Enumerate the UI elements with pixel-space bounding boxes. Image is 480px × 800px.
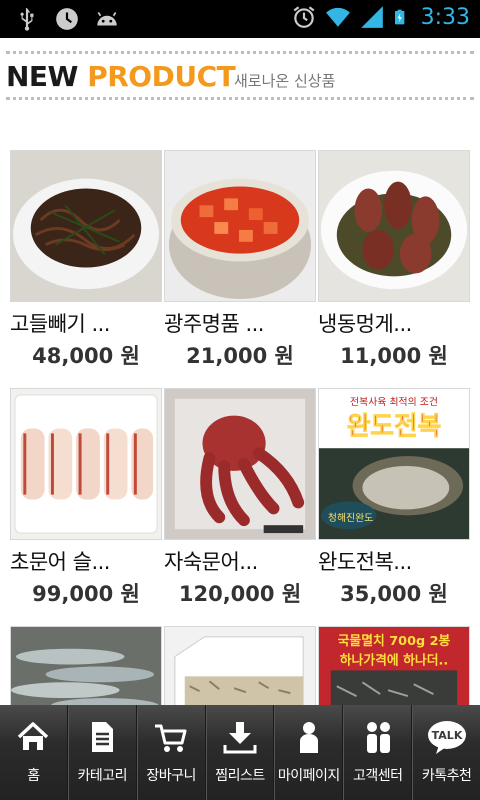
title-product: PRODUCT [87, 60, 236, 93]
product-image[interactable] [318, 150, 470, 302]
abalone-brand: 청해진완도 [328, 511, 373, 524]
product-image[interactable] [10, 388, 162, 540]
signal-icon [360, 6, 383, 28]
document-icon [92, 722, 114, 752]
kakao-icon-text: TALK [431, 729, 462, 742]
product-card[interactable]: 냉동멍게... 11,000 원 [318, 150, 470, 370]
nav-category[interactable]: 카테고리 [67, 705, 137, 800]
abalone-banner-main: 완도전복 [347, 411, 441, 441]
section-subtitle: 새로나온 신상품 [234, 72, 336, 90]
nav-label: 고객센터 [352, 768, 403, 784]
divider [6, 51, 474, 54]
anchovy-banner-1: 국물멸치 700g 2봉 [338, 633, 451, 649]
title-new: NEW [6, 60, 78, 93]
kakaotalk-icon: TALK [427, 721, 466, 754]
nav-cart[interactable]: 장바구니 [136, 705, 206, 800]
wifi-icon [325, 7, 350, 27]
nav-label: 홈 [27, 768, 40, 784]
battery-charging-icon [394, 9, 404, 25]
product-image[interactable]: 전복사육 최적의 조건 완도전복 청해진완도 [318, 388, 470, 540]
alarm-clock-icon [56, 8, 78, 30]
product-price: 99,000 원 [32, 582, 140, 606]
product-name[interactable]: 냉동멍게... [318, 308, 470, 338]
product-card[interactable]: 고들빼기 ... 48,000 원 [10, 150, 162, 370]
section-header: NEW PRODUCT 새로나온 신상품 [0, 38, 480, 100]
product-card[interactable]: 전복사육 최적의 조건 완도전복 청해진완도 완도전복... 35,000 원 [318, 388, 470, 608]
product-image[interactable] [10, 150, 162, 302]
divider [6, 97, 474, 100]
alarm-icon [293, 6, 314, 28]
bottom-nav: 홈 카테고리 장바구니 찜리스트 마이페이지 고객센터 TALK 카톡추천 [0, 705, 480, 800]
nav-label: 찜리스트 [215, 768, 265, 784]
nav-label: 카테고리 [77, 768, 128, 784]
product-name[interactable]: 초문어 슬... [10, 546, 162, 576]
nav-mypage[interactable]: 마이페이지 [274, 705, 344, 800]
status-bar: 3:33 [0, 0, 480, 38]
product-price: 11,000 원 [340, 344, 448, 368]
people-icon [366, 722, 390, 753]
product-card[interactable]: 자숙문어... 120,000 원 [164, 388, 316, 608]
android-icon [97, 12, 117, 26]
product-name[interactable]: 광주명품 ... [164, 308, 316, 338]
product-image[interactable] [164, 388, 316, 540]
nav-label: 장바구니 [146, 768, 196, 784]
product-name[interactable]: 자숙문어... [164, 546, 316, 576]
product-name[interactable]: 고들빼기 ... [10, 308, 162, 338]
product-name[interactable]: 완도전복... [318, 546, 470, 576]
product-price: 120,000 원 [178, 582, 302, 606]
product-card[interactable]: 초문어 슬... 99,000 원 [10, 388, 162, 608]
home-icon [18, 722, 49, 750]
nav-label: 카톡추천 [421, 768, 472, 784]
cart-icon [155, 724, 187, 752]
nav-kakao-share[interactable]: TALK 카톡추천 [412, 705, 480, 800]
nav-wishlist[interactable]: 찜리스트 [205, 705, 275, 800]
product-price: 48,000 원 [32, 344, 140, 368]
abalone-banner-top: 전복사육 최적의 조건 [350, 396, 438, 408]
product-card[interactable]: 광주명품 ... 21,000 원 [164, 150, 316, 370]
nav-label: 마이페이지 [277, 768, 340, 784]
usb-icon [20, 8, 34, 31]
product-price: 21,000 원 [186, 344, 294, 368]
clock: 3:33 [420, 4, 470, 30]
product-price: 35,000 원 [340, 582, 448, 606]
person-icon [299, 722, 318, 753]
nav-home[interactable]: 홈 [0, 705, 68, 800]
section-title: NEW PRODUCT [6, 60, 236, 93]
anchovy-banner-2: 하나가격에 하나더.. [340, 653, 449, 669]
product-image[interactable] [164, 150, 316, 302]
download-icon [223, 722, 257, 754]
nav-customer-center[interactable]: 고객센터 [343, 705, 413, 800]
